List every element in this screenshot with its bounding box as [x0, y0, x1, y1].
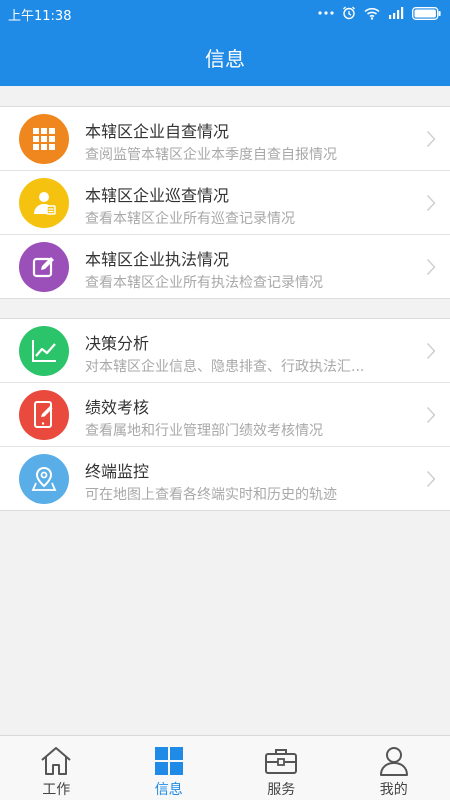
- tab-info[interactable]: 信息: [113, 736, 226, 800]
- grid-icon: [19, 114, 69, 164]
- item-description: 查看属地和行业管理部门绩效考核情况: [85, 423, 323, 439]
- tab-bar: 工作 信息 服务 我的: [0, 735, 450, 800]
- list-item-performance[interactable]: 绩效考核 查看属地和行业管理部门绩效考核情况: [0, 383, 450, 447]
- chevron-right-icon: [426, 130, 436, 148]
- person-icon: [377, 744, 411, 778]
- tab-label: 我的: [379, 782, 408, 798]
- item-description: 查阅监管本辖区企业本季度自查自报情况: [85, 147, 337, 163]
- list-item-patrol[interactable]: 本辖区企业巡查情况 查看本辖区企业所有巡查记录情况: [0, 171, 450, 235]
- page-title: 信息: [205, 47, 245, 71]
- tablet-edit-icon: [19, 390, 69, 440]
- battery-icon: [412, 6, 441, 20]
- home-icon: [39, 744, 73, 778]
- menu-group-1: 本辖区企业自查情况 查阅监管本辖区企业本季度自查自报情况 本辖区企业巡查情况 查…: [0, 106, 450, 299]
- status-time: 上午11:38: [8, 9, 72, 24]
- map-pin-icon: [19, 454, 69, 504]
- inspector-icon: [19, 178, 69, 228]
- toolbox-icon: [264, 744, 298, 778]
- edit-icon: [19, 242, 69, 292]
- tab-mine[interactable]: 我的: [338, 736, 450, 800]
- wifi-icon: [364, 7, 380, 20]
- tab-label: 信息: [154, 782, 183, 798]
- chevron-right-icon: [426, 342, 436, 360]
- chevron-right-icon: [426, 470, 436, 488]
- chevron-right-icon: [426, 258, 436, 276]
- list-item-enforcement[interactable]: 本辖区企业执法情况 查看本辖区企业所有执法检查记录情况: [0, 235, 450, 299]
- item-description: 查看本辖区企业所有执法检查记录情况: [85, 275, 323, 291]
- more-icon: [318, 11, 334, 15]
- status-bar: 上午11:38: [0, 0, 450, 26]
- tab-label: 服务: [267, 782, 296, 798]
- status-icons: [318, 4, 442, 22]
- signal-icon: [389, 7, 404, 19]
- tab-service[interactable]: 服务: [225, 736, 338, 800]
- list-item-decision-analysis[interactable]: 决策分析 对本辖区企业信息、隐患排查、行政执法汇...: [0, 319, 450, 383]
- chevron-right-icon: [426, 406, 436, 424]
- item-title: 绩效考核: [85, 398, 150, 417]
- list-item-self-inspection[interactable]: 本辖区企业自查情况 查阅监管本辖区企业本季度自查自报情况: [0, 107, 450, 171]
- tab-work[interactable]: 工作: [0, 736, 113, 800]
- item-title: 本辖区企业巡查情况: [85, 186, 230, 205]
- line-chart-icon: [19, 326, 69, 376]
- tab-label: 工作: [42, 782, 71, 798]
- item-description: 查看本辖区企业所有巡查记录情况: [85, 211, 295, 227]
- item-title: 终端监控: [85, 462, 150, 481]
- list-item-terminal-monitor[interactable]: 终端监控 可在地图上查看各终端实时和历史的轨迹: [0, 447, 450, 511]
- item-title: 决策分析: [85, 334, 150, 353]
- item-description: 对本辖区企业信息、隐患排查、行政执法汇...: [85, 359, 365, 375]
- windows-icon: [152, 744, 186, 778]
- chevron-right-icon: [426, 194, 436, 212]
- menu-group-2: 决策分析 对本辖区企业信息、隐患排查、行政执法汇... 绩效考核 查看属地和行业…: [0, 318, 450, 511]
- alarm-icon: [343, 6, 355, 20]
- app-header: 信息: [0, 26, 450, 86]
- item-description: 可在地图上查看各终端实时和历史的轨迹: [85, 487, 337, 503]
- item-title: 本辖区企业执法情况: [85, 250, 230, 269]
- item-title: 本辖区企业自查情况: [85, 122, 230, 141]
